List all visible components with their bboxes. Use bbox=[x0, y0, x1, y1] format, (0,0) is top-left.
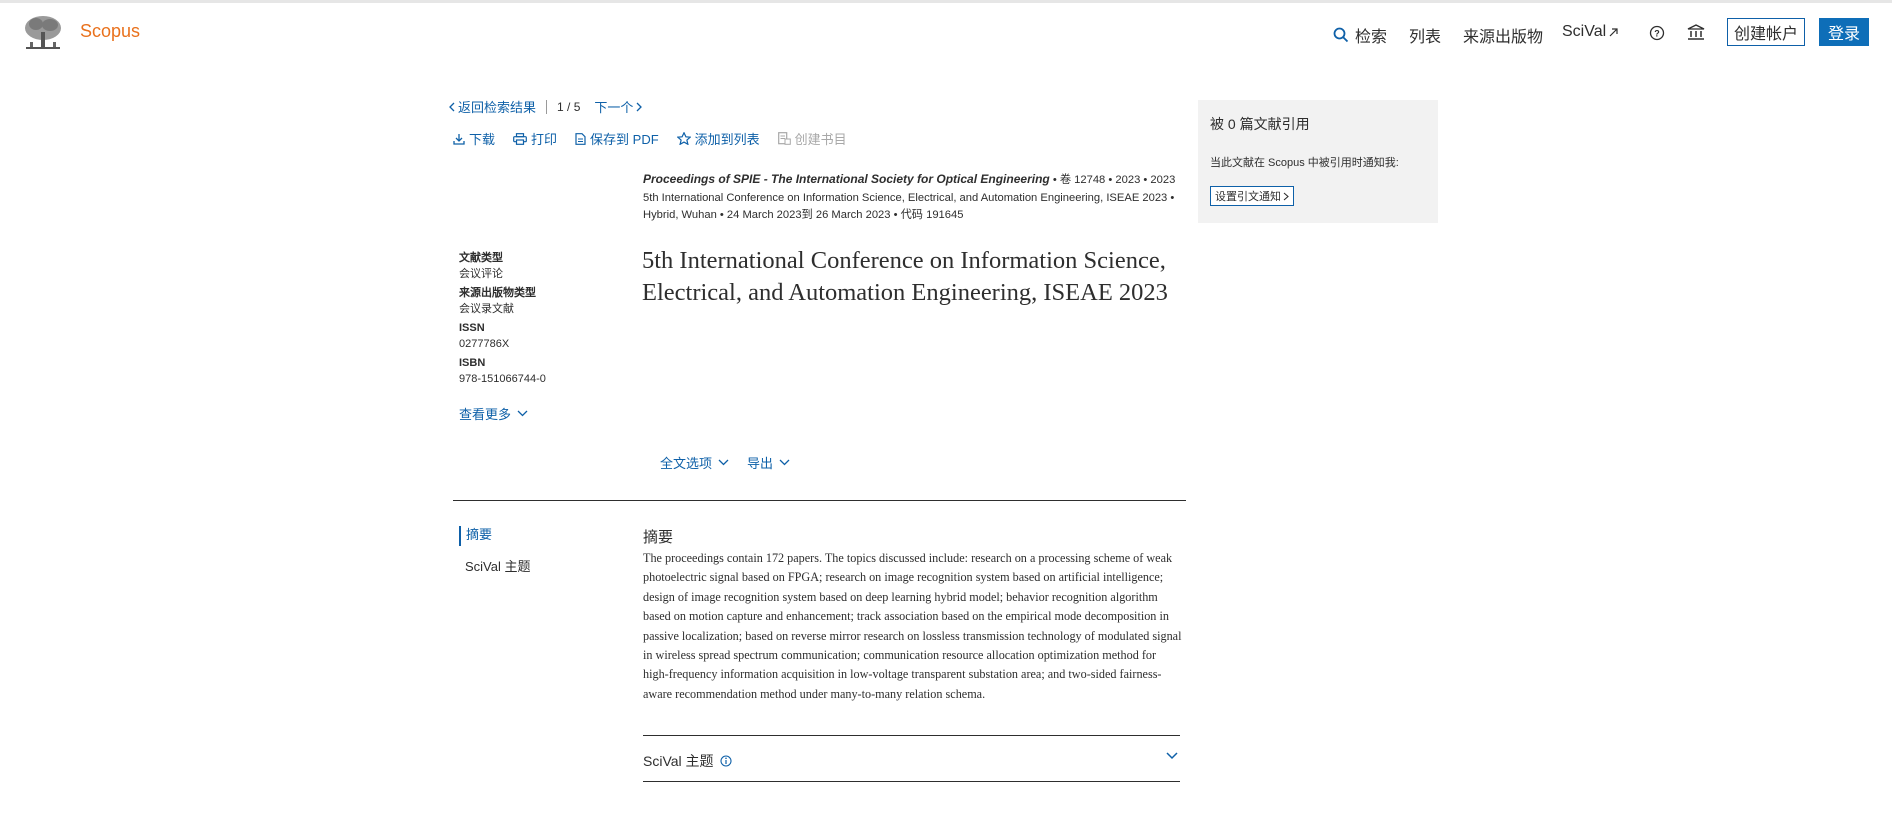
site-header: Scopus 检索 列表 来源出版物 SciVal ? 创建帐户 登录 bbox=[0, 3, 1892, 61]
document-toolbar: 下载 打印 保存到 PDF 添加到列表 创建书目 bbox=[453, 129, 865, 148]
nav-search[interactable]: 检索 bbox=[1333, 23, 1387, 47]
full-text-options-dropdown[interactable]: 全文选项 bbox=[660, 453, 729, 472]
result-position: 1 / 5 bbox=[557, 99, 581, 114]
bibliography-icon bbox=[777, 132, 791, 145]
chevron-down-icon[interactable] bbox=[1166, 752, 1178, 760]
save-pdf-label: 保存到 PDF bbox=[590, 132, 659, 147]
next-result-label: 下一个 bbox=[594, 100, 634, 115]
section-divider bbox=[453, 500, 1186, 501]
search-icon bbox=[1333, 27, 1349, 43]
volume-year-info: • 卷 12748 • 2023 • 2023 bbox=[1049, 174, 1176, 186]
result-navigation: 返回检索结果 1 / 5 下一个 bbox=[449, 97, 643, 116]
help-icon[interactable]: ? bbox=[1649, 25, 1665, 41]
elsevier-tree-logo[interactable] bbox=[22, 14, 64, 52]
metadata-label: 文献类型 bbox=[459, 252, 503, 264]
chevron-left-icon bbox=[449, 102, 455, 112]
chevron-right-icon bbox=[1283, 192, 1289, 201]
set-citation-alert-button[interactable]: 设置引文通知 bbox=[1210, 186, 1294, 206]
metadata-value: 978-151066744-0 bbox=[459, 372, 546, 385]
nav-sources[interactable]: 来源出版物 bbox=[1463, 23, 1543, 47]
sidenav-scival-topics[interactable]: SciVal 主题 bbox=[465, 556, 531, 575]
metadata-label: ISSN bbox=[459, 322, 485, 334]
add-to-list-button[interactable]: 添加到列表 bbox=[676, 129, 760, 148]
view-more-button[interactable]: 查看更多 bbox=[459, 404, 528, 423]
view-more-label: 查看更多 bbox=[459, 407, 512, 422]
svg-text:?: ? bbox=[1654, 29, 1660, 39]
divider bbox=[546, 99, 548, 114]
institution-icon[interactable] bbox=[1687, 24, 1705, 41]
nav-scival-label: SciVal bbox=[1562, 23, 1607, 40]
nav-scival[interactable]: SciVal bbox=[1562, 23, 1619, 41]
metadata-label: 来源出版物类型 bbox=[459, 287, 536, 299]
chevron-down-icon bbox=[779, 459, 790, 466]
document-metadata: 文献类型 会议评论 来源出版物类型 会议录文献 ISSN 0277786X IS… bbox=[459, 251, 546, 391]
external-link-icon bbox=[1608, 27, 1619, 38]
nav-search-label: 检索 bbox=[1355, 29, 1388, 46]
scopus-brand[interactable]: Scopus bbox=[80, 21, 140, 42]
full-text-options-label: 全文选项 bbox=[660, 456, 713, 471]
nav-lists[interactable]: 列表 bbox=[1409, 23, 1441, 47]
info-icon[interactable] bbox=[719, 755, 732, 767]
create-account-button[interactable]: 创建帐户 bbox=[1727, 18, 1805, 46]
chevron-down-icon bbox=[718, 459, 729, 466]
sidenav-abstract[interactable]: 摘要 bbox=[459, 526, 492, 546]
set-citation-alert-label: 设置引文通知 bbox=[1215, 191, 1281, 203]
abstract-heading: 摘要 bbox=[643, 529, 674, 546]
scival-topics-header: SciVal 主题 bbox=[643, 751, 732, 771]
source-info: Proceedings of SPIE - The International … bbox=[643, 171, 1183, 225]
citation-alert-text: 当此文献在 Scopus 中被引用时通知我: bbox=[1210, 157, 1399, 169]
export-label: 导出 bbox=[747, 456, 774, 471]
metadata-label: ISBN bbox=[459, 357, 486, 369]
login-button[interactable]: 登录 bbox=[1819, 18, 1869, 46]
scival-topics-label: SciVal 主题 bbox=[643, 753, 714, 769]
cited-by-panel: 被 0 篇文献引用 当此文献在 Scopus 中被引用时通知我: 设置引文通知 bbox=[1198, 100, 1438, 223]
back-to-results-link[interactable]: 返回检索结果 bbox=[449, 97, 536, 116]
metadata-value: 0277786X bbox=[459, 337, 510, 350]
print-icon bbox=[513, 132, 527, 145]
add-to-list-label: 添加到列表 bbox=[694, 132, 760, 147]
chevron-down-icon bbox=[517, 410, 528, 417]
chevron-right-icon bbox=[636, 102, 643, 112]
export-dropdown[interactable]: 导出 bbox=[747, 453, 790, 472]
back-to-results-label: 返回检索结果 bbox=[458, 100, 537, 115]
scival-topics-section[interactable]: SciVal 主题 bbox=[643, 735, 1180, 782]
cited-by-heading: 被 0 篇文献引用 bbox=[1210, 116, 1310, 132]
next-result-link[interactable]: 下一个 bbox=[594, 97, 643, 116]
print-button[interactable]: 打印 bbox=[513, 129, 557, 148]
conference-info: 5th International Conference on Informat… bbox=[643, 191, 1175, 222]
metadata-value: 会议评论 bbox=[459, 267, 503, 280]
save-pdf-button[interactable]: 保存到 PDF bbox=[575, 129, 659, 148]
download-icon bbox=[453, 133, 465, 145]
create-bibliography-label: 创建书目 bbox=[794, 132, 847, 147]
create-bibliography-button[interactable]: 创建书目 bbox=[777, 129, 847, 148]
document-title: 5th International Conference on Informat… bbox=[642, 247, 1168, 306]
document-options: 全文选项 导出 bbox=[660, 453, 790, 472]
pdf-file-icon bbox=[575, 132, 586, 145]
journal-link[interactable]: Proceedings of SPIE - The International … bbox=[643, 172, 1050, 186]
star-icon bbox=[676, 132, 691, 145]
metadata-value: 会议录文献 bbox=[459, 302, 514, 315]
print-label: 打印 bbox=[531, 132, 558, 147]
abstract-text: The proceedings contain 172 papers. The … bbox=[643, 551, 1182, 701]
download-label: 下载 bbox=[469, 132, 496, 147]
download-button[interactable]: 下载 bbox=[453, 129, 495, 148]
